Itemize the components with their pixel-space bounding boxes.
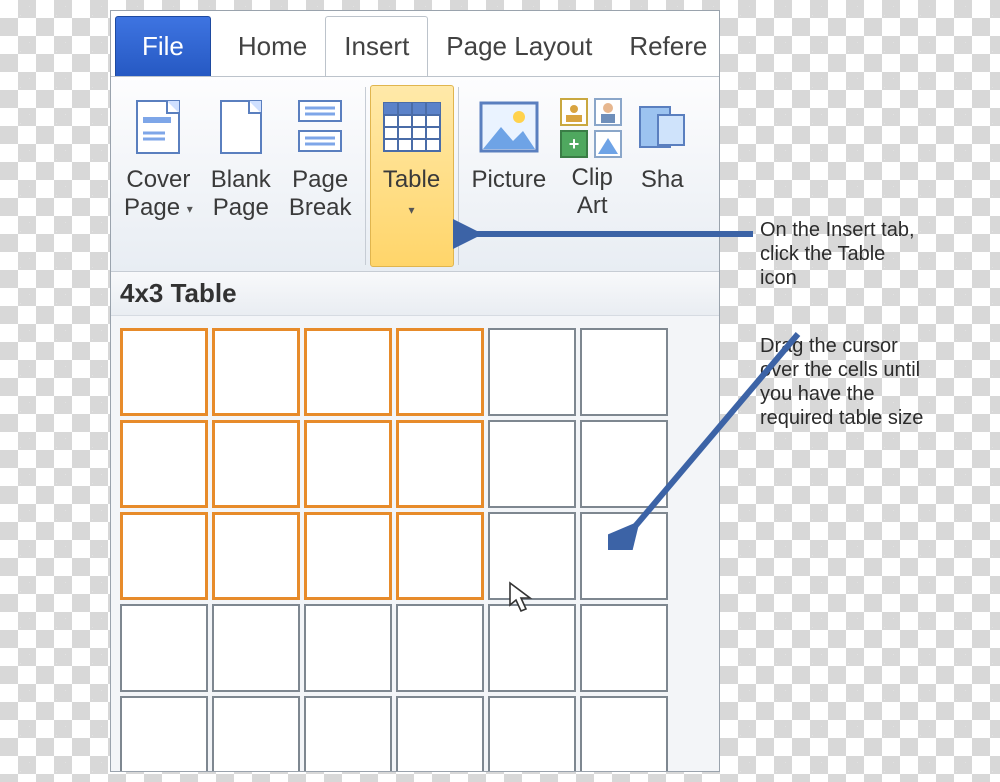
clipart-line1: Clip (572, 164, 613, 191)
grid-cell[interactable] (488, 328, 576, 416)
ribbon-tabs: File Home Insert Page Layout Refere (111, 11, 719, 77)
picture-label: Picture (472, 166, 547, 194)
grid-cell[interactable] (120, 420, 208, 508)
annotation-arrow (608, 324, 808, 550)
annotation-text-1: On the Insert tab, click the Table icon (760, 218, 920, 290)
grid-cell[interactable] (304, 604, 392, 692)
grid-cell[interactable] (120, 696, 208, 772)
tab-page-layout[interactable]: Page Layout (427, 16, 611, 76)
grid-cell[interactable] (580, 696, 668, 772)
shapes-icon (638, 92, 686, 162)
blank-page-label: Blank Page (211, 166, 271, 222)
grid-cell[interactable] (304, 420, 392, 508)
grid-cell[interactable] (396, 696, 484, 772)
annotation-arrow (453, 217, 763, 251)
cover-page-line2: Page (124, 194, 180, 221)
grid-cell[interactable] (396, 604, 484, 692)
page-break-line1: Page (292, 166, 348, 193)
clipart-sub-icon (594, 98, 622, 126)
clip-art-label: Clip Art (572, 164, 613, 220)
clipart-sub-icon: + (560, 130, 588, 158)
cover-page-line1: Cover (126, 166, 190, 193)
page-break-icon (295, 92, 345, 162)
page-break-line2: Break (289, 194, 352, 221)
page-break-button[interactable]: Page Break (280, 85, 361, 267)
tab-insert[interactable]: Insert (325, 16, 428, 76)
grid-cell[interactable] (212, 604, 300, 692)
picture-icon (479, 92, 539, 162)
grid-cell[interactable] (396, 328, 484, 416)
grid-cell[interactable] (120, 604, 208, 692)
page-break-label: Page Break (289, 166, 352, 222)
blank-page-icon (219, 92, 263, 162)
clipart-sub-icon (560, 98, 588, 126)
table-label: Table ▾ (383, 166, 440, 224)
tab-home[interactable]: Home (219, 16, 326, 76)
grid-cell[interactable] (120, 328, 208, 416)
table-icon (382, 92, 442, 162)
grid-cell[interactable] (212, 328, 300, 416)
caret-icon: ▾ (187, 195, 193, 223)
shapes-label: Sha (641, 166, 684, 194)
table-size-title: 4x3 Table (110, 272, 720, 316)
grid-cell[interactable] (212, 512, 300, 600)
grid-cell[interactable] (396, 420, 484, 508)
clipart-sub-icon (594, 130, 622, 158)
blank-page-line1: Blank (211, 166, 271, 193)
grid-cell[interactable] (488, 420, 576, 508)
grid-cell[interactable] (488, 604, 576, 692)
cover-page-button[interactable]: Cover Page ▾ (115, 85, 202, 267)
cover-page-icon (135, 92, 181, 162)
tab-references[interactable]: Refere (610, 16, 720, 76)
mouse-cursor-icon (508, 581, 536, 615)
grid-cell[interactable] (488, 696, 576, 772)
tab-file[interactable]: File (115, 16, 211, 76)
grid-cell[interactable] (304, 696, 392, 772)
blank-page-button[interactable]: Blank Page (202, 85, 280, 267)
grid-cell[interactable] (304, 328, 392, 416)
cover-page-label: Cover Page ▾ (124, 166, 193, 225)
grid-cell[interactable] (396, 512, 484, 600)
grid-cell[interactable] (304, 512, 392, 600)
blank-page-line2: Page (213, 194, 269, 221)
group-separator (365, 87, 366, 265)
table-text: Table (383, 166, 440, 193)
table-button[interactable]: Table ▾ (370, 85, 454, 267)
svg-text:+: + (569, 134, 580, 154)
clipart-line2: Art (577, 192, 608, 219)
grid-cell[interactable] (212, 420, 300, 508)
grid-cell[interactable] (580, 604, 668, 692)
caret-icon: ▾ (383, 196, 440, 224)
grid-cell[interactable] (120, 512, 208, 600)
clip-art-icon: + (560, 92, 624, 158)
grid-cell[interactable] (212, 696, 300, 772)
